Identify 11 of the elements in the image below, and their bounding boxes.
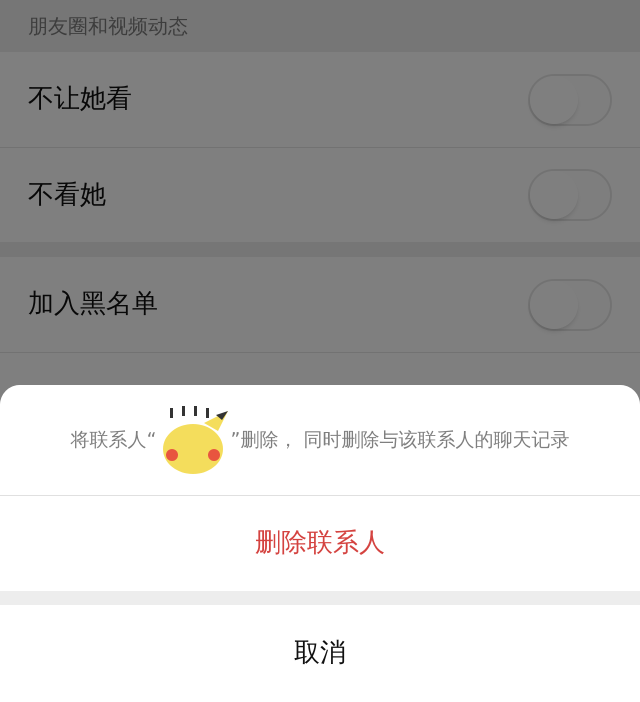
setting-label: 不让她看	[28, 83, 132, 116]
section-header: 朋友圈和视频动态	[27, 13, 189, 40]
toggle-switch[interactable]	[528, 74, 612, 126]
message-text: ”删除， 同时删除与该联系人的聊天记录	[230, 428, 570, 453]
cancel-button[interactable]: 取消	[0, 605, 640, 702]
message-text: 将联系人“	[70, 428, 156, 453]
toggle-switch[interactable]	[528, 169, 612, 221]
setting-label: 加入黑名单	[28, 288, 158, 321]
delete-contact-button[interactable]: 删除联系人	[0, 496, 640, 591]
toggle-switch[interactable]	[528, 278, 612, 330]
setting-label: 不看她	[28, 178, 106, 212]
